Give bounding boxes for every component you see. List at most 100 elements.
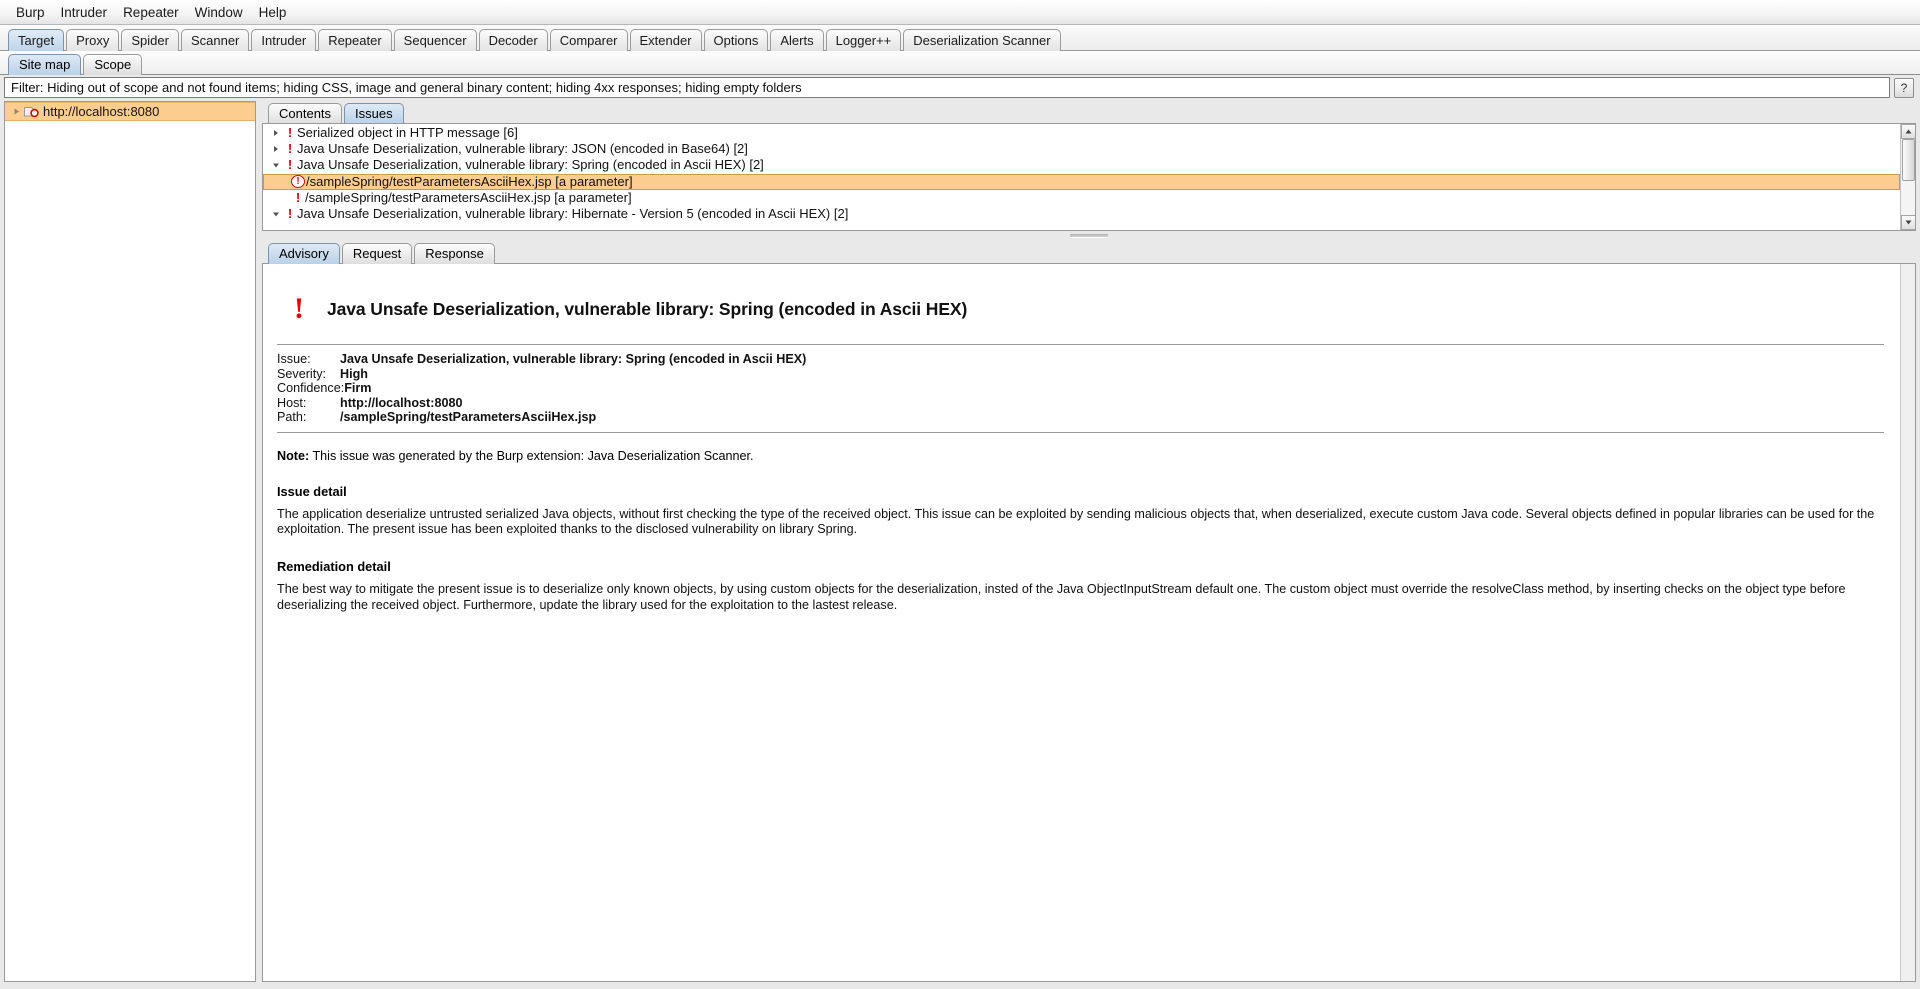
- tab-response[interactable]: Response: [414, 243, 495, 264]
- site-map-host-label: http://localhost:8080: [43, 104, 160, 119]
- detail-key: Issue:: [277, 352, 311, 366]
- tab-intruder[interactable]: Intruder: [251, 29, 317, 51]
- burp-suite-window: Burp Intruder Repeater Window Help Targe…: [0, 0, 1920, 989]
- site-map-tree[interactable]: http://localhost:8080: [4, 101, 256, 982]
- tab-proxy[interactable]: Proxy: [66, 29, 120, 51]
- issue-label: /sampleSpring/testParametersAsciiHex.jsp…: [306, 173, 633, 189]
- severity-high-icon: !: [287, 141, 293, 157]
- issue-label: Java Unsafe Deserialization, vulnerable …: [297, 141, 748, 157]
- advisory-body: ! Java Unsafe Deserialization, vulnerabl…: [262, 263, 1916, 982]
- detail-row-issue: Issue: Java Unsafe Deserialization, vuln…: [277, 352, 1884, 367]
- splitter-grip: [1070, 234, 1108, 238]
- remediation-detail-heading: Remediation detail: [277, 559, 391, 575]
- severity-high-icon: !: [287, 206, 293, 222]
- severity-high-large-icon: !: [294, 292, 304, 325]
- divider-top: [277, 344, 1884, 345]
- advisory-vertical-scrollbar[interactable]: [1900, 264, 1915, 981]
- tab-alerts[interactable]: Alerts: [770, 29, 824, 51]
- tab-scope[interactable]: Scope: [83, 54, 143, 75]
- horizontal-splitter[interactable]: [262, 231, 1916, 241]
- target-host-icon: [23, 105, 40, 119]
- chevron-down-icon[interactable]: [269, 210, 283, 218]
- menu-bar: Burp Intruder Repeater Window Help: [0, 0, 1920, 25]
- page-title: Java Unsafe Deserialization, vulnerable …: [327, 298, 968, 319]
- tab-spider[interactable]: Spider: [121, 29, 179, 51]
- scroll-thumb[interactable]: [1901, 139, 1915, 181]
- detail-row-path: Path: /sampleSpring/testParametersAsciiH…: [277, 410, 1884, 425]
- issue-label: /sampleSpring/testParametersAsciiHex.jsp…: [305, 189, 632, 205]
- chevron-down-icon[interactable]: [269, 161, 283, 169]
- chevron-right-icon[interactable]: [9, 105, 23, 119]
- tab-comparer[interactable]: Comparer: [549, 29, 628, 51]
- scroll-down-icon[interactable]: [1900, 215, 1915, 230]
- menu-item-help[interactable]: Help: [251, 2, 295, 23]
- note-label: Note:: [277, 448, 310, 463]
- tab-scanner[interactable]: Scanner: [180, 29, 250, 51]
- main-tab-strip: Target Proxy Spider Scanner Intruder Rep…: [0, 25, 1920, 51]
- severity-high-icon: !: [295, 189, 301, 205]
- tab-options[interactable]: Options: [703, 29, 769, 51]
- right-pane: Contents Issues ! Serialized object in H…: [262, 101, 1916, 982]
- severity-high-selected-icon: !: [291, 175, 305, 189]
- detail-row-severity: Severity: High: [277, 367, 1884, 382]
- scroll-up-icon[interactable]: [1900, 124, 1915, 139]
- tab-target[interactable]: Target: [8, 29, 65, 51]
- issue-label: Serialized object in HTTP message [6]: [297, 125, 518, 141]
- issues-tree-rows: ! Serialized object in HTTP message [6] …: [263, 124, 1900, 230]
- menu-item-burp[interactable]: Burp: [8, 2, 53, 23]
- tab-repeater[interactable]: Repeater: [318, 29, 392, 51]
- target-sub-tab-strip: Site map Scope: [0, 51, 1920, 75]
- detail-key: Confidence:: [277, 381, 345, 396]
- detail-key: Path:: [277, 410, 307, 425]
- tab-sequencer[interactable]: Sequencer: [393, 29, 477, 51]
- advisory-note: Note: This issue was generated by the Bu…: [277, 449, 1884, 464]
- table-row[interactable]: ! /sampleSpring/testParametersAsciiHex.j…: [263, 190, 1900, 206]
- severity-high-icon: !: [287, 125, 293, 141]
- menu-item-window[interactable]: Window: [187, 2, 251, 23]
- menu-item-intruder[interactable]: Intruder: [53, 2, 116, 23]
- issue-detail-text: The application deserialize untrusted se…: [277, 506, 1875, 537]
- issues-tree[interactable]: ! Serialized object in HTTP message [6] …: [262, 123, 1916, 231]
- tab-contents[interactable]: Contents: [268, 103, 343, 124]
- tab-site-map[interactable]: Site map: [8, 54, 82, 75]
- tab-request[interactable]: Request: [341, 243, 413, 264]
- chevron-right-icon[interactable]: [269, 129, 283, 137]
- table-row[interactable]: ! Serialized object in HTTP message [6]: [263, 125, 1900, 141]
- detail-value: Java Unsafe Deserialization, vulnerable …: [340, 352, 807, 366]
- detail-value: http://localhost:8080: [340, 395, 463, 410]
- table-row[interactable]: ! Java Unsafe Deserialization, vulnerabl…: [263, 141, 1900, 157]
- site-map-host-row[interactable]: http://localhost:8080: [5, 102, 255, 121]
- note-text: This issue was generated by the Burp ext…: [309, 448, 754, 463]
- filter-row: Filter: Hiding out of scope and not foun…: [0, 75, 1920, 101]
- table-row-selected[interactable]: ! /sampleSpring/testParametersAsciiHex.j…: [263, 173, 1900, 190]
- advisory-title-row: ! Java Unsafe Deserialization, vulnerabl…: [289, 294, 1884, 324]
- tab-decoder[interactable]: Decoder: [478, 29, 548, 51]
- issues-panel: Contents Issues ! Serialized object in H…: [262, 101, 1916, 231]
- chevron-right-icon[interactable]: [269, 145, 283, 153]
- detail-row-confidence: Confidence: Firm: [277, 381, 1884, 396]
- detail-value: High: [340, 366, 368, 381]
- issues-vertical-scrollbar[interactable]: [1900, 124, 1915, 230]
- remediation-detail-text: The best way to mitigate the present iss…: [277, 582, 1846, 612]
- detail-value: /sampleSpring/testParametersAsciiHex.jsp: [340, 410, 597, 425]
- filter-text: Filter: Hiding out of scope and not foun…: [11, 80, 802, 95]
- detail-row-host: Host: http://localhost:8080: [277, 396, 1884, 411]
- tab-issues[interactable]: Issues: [344, 103, 404, 124]
- tab-advisory[interactable]: Advisory: [268, 243, 340, 264]
- help-icon[interactable]: ?: [1894, 77, 1914, 98]
- menu-item-repeater[interactable]: Repeater: [115, 2, 187, 23]
- scroll-track[interactable]: [1900, 139, 1915, 215]
- advisory-panel: Advisory Request Response ! Java Unsafe …: [262, 241, 1916, 982]
- divider-bottom: [277, 431, 1884, 433]
- detail-key: Severity:: [277, 366, 326, 381]
- advisory-content: ! Java Unsafe Deserialization, vulnerabl…: [263, 264, 1900, 981]
- table-row[interactable]: ! Java Unsafe Deserialization, vulnerabl…: [263, 157, 1900, 173]
- issue-label: Java Unsafe Deserialization, vulnerable …: [297, 157, 764, 173]
- tab-deserialization-scanner[interactable]: Deserialization Scanner: [903, 29, 1061, 51]
- main-content: http://localhost:8080 Contents Issues !: [0, 101, 1920, 986]
- filter-bar[interactable]: Filter: Hiding out of scope and not foun…: [4, 77, 1890, 98]
- tab-logger-plus-plus[interactable]: Logger++: [825, 29, 902, 51]
- tab-extender[interactable]: Extender: [629, 29, 702, 51]
- severity-high-icon: !: [287, 157, 293, 173]
- table-row[interactable]: ! Java Unsafe Deserialization, vulnerabl…: [263, 206, 1900, 222]
